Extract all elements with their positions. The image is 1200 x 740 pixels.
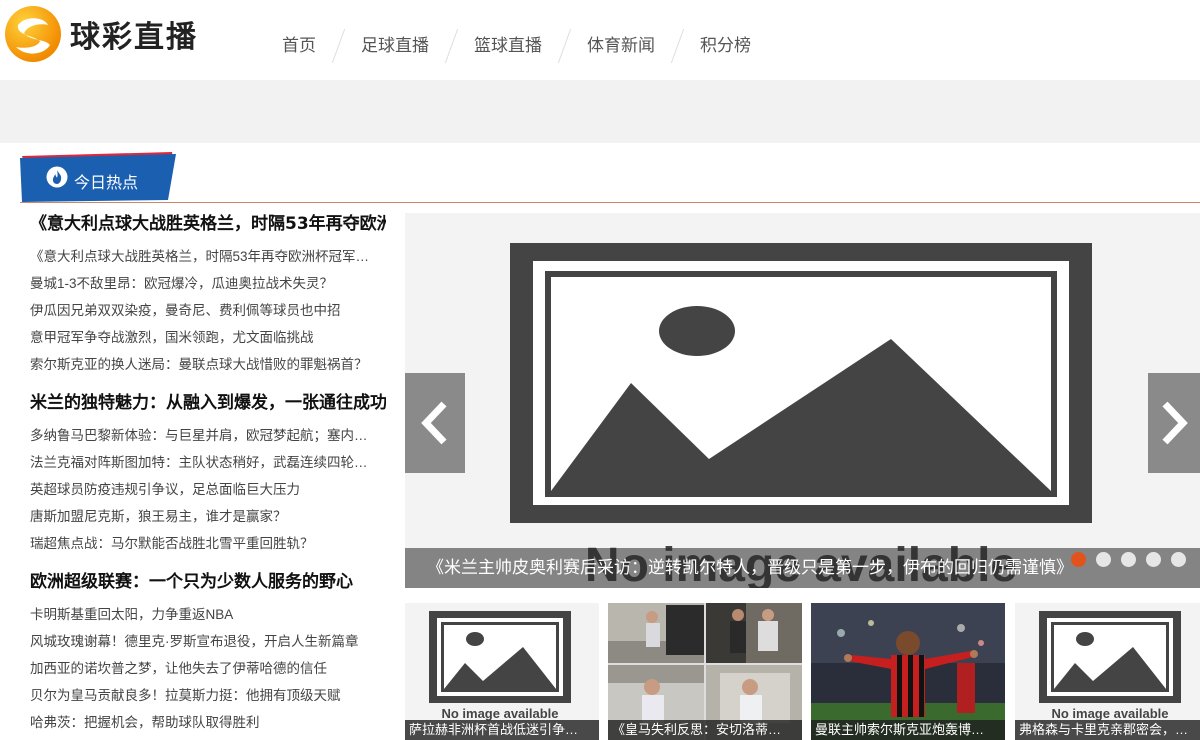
news-group: 《意大利点球大战胜英格兰，时隔53年再夺欧洲杯冠军》 《意大利点球大战胜英格兰，…: [30, 205, 386, 378]
slider-prev-button[interactable]: [405, 373, 465, 473]
news-item[interactable]: 英超球员防疫违规引争议，足总面临巨大压力: [30, 476, 382, 503]
chevron-left-icon: [421, 401, 447, 445]
no-image-placeholder: No image available: [405, 213, 1200, 588]
news-item[interactable]: 《意大利点球大战胜英格兰，时隔53年再夺欧洲杯冠军…: [30, 243, 382, 270]
news-item[interactable]: 曼城1-3不敌里昂：欧冠爆冷，瓜迪奥拉战术失灵？: [30, 270, 382, 297]
site-logo[interactable]: 球彩直播: [4, 5, 224, 63]
news-headline[interactable]: 《意大利点球大战胜英格兰，时隔53年再夺欧洲杯冠军》: [30, 205, 386, 243]
thumbnail-card[interactable]: 《皇马失利反思：安切洛蒂…: [608, 603, 802, 740]
nav-item-home[interactable]: 首页: [260, 26, 338, 66]
news-item[interactable]: 贝尔为皇马贡献良多！拉莫斯力挺：他拥有顶级天赋: [30, 682, 382, 709]
chevron-right-icon: [1162, 401, 1188, 445]
thumbnail-card[interactable]: No image available 萨拉赫非洲杯首战低迷引争…: [405, 603, 599, 740]
news-item[interactable]: 风城玫瑰谢幕！德里克·罗斯宣布退役，开启人生新篇章: [30, 628, 382, 655]
thumbnail-caption[interactable]: 《皇马失利反思：安切洛蒂…: [608, 720, 802, 740]
slider-next-button[interactable]: [1148, 373, 1200, 473]
slider-dot[interactable]: [1071, 552, 1086, 567]
nav-item-basketball-live[interactable]: 篮球直播: [452, 26, 564, 66]
section-divider: [20, 202, 1200, 203]
top-banner: [0, 80, 1200, 143]
logo-ball-icon: [5, 6, 61, 62]
nav-item-football-live[interactable]: 足球直播: [339, 26, 451, 66]
slider-dot[interactable]: [1121, 552, 1136, 567]
slider-dot[interactable]: [1146, 552, 1161, 567]
slider-dot[interactable]: [1171, 552, 1186, 567]
news-item[interactable]: 索尔斯克亚的换人迷局：曼联点球大战惜败的罪魁祸首？: [30, 351, 382, 378]
flame-icon: [46, 166, 68, 188]
news-headline[interactable]: 米兰的独特魅力：从融入到爆发，一张通往成功的门票: [30, 384, 386, 422]
news-item[interactable]: 意甲冠军争夺战激烈，国米领跑，尤文面临挑战: [30, 324, 382, 351]
news-item[interactable]: 唐斯加盟尼克斯，狼王易主，谁才是赢家？: [30, 503, 382, 530]
news-headline[interactable]: 欧洲超级联赛：一个只为少数人服务的野心: [30, 563, 386, 601]
news-item[interactable]: 伊瓜因兄弟双双染疫，曼奇尼、费利佩等球员也中招: [30, 297, 382, 324]
news-list: 《意大利点球大战胜英格兰，时隔53年再夺欧洲杯冠军》 《意大利点球大战胜英格兰，…: [30, 205, 386, 740]
thumbnail-caption[interactable]: 萨拉赫非洲杯首战低迷引争…: [405, 720, 599, 740]
news-item[interactable]: 加西亚的诺坎普之梦，让他失去了伊蒂哈德的信任: [30, 655, 382, 682]
thumbnail-caption[interactable]: 曼联主帅索尔斯克亚炮轰博…: [811, 720, 1005, 740]
no-image-text: No image available: [441, 706, 558, 721]
no-image-text: No image available: [1051, 706, 1168, 721]
news-group: 米兰的独特魅力：从融入到爆发，一张通往成功的门票 多纳鲁马巴黎新体验：与巨星并肩…: [30, 384, 386, 557]
slider-dot[interactable]: [1096, 552, 1111, 567]
site-header: 球彩直播 首页 足球直播 篮球直播 体育新闻 积分榜: [0, 0, 1200, 80]
news-item[interactable]: 瑞超焦点战：马尔默能否战胜北雪平重回胜轨？: [30, 530, 382, 557]
slider-dots: [1071, 552, 1186, 567]
thumbnail-card[interactable]: No image available 弗格森与卡里克亲郡密会，…: [1015, 603, 1200, 740]
featured-slider[interactable]: No image available 《米兰主帅皮奥利赛后采访：逆转凯尔特人，晋…: [405, 213, 1200, 588]
nav-item-standings[interactable]: 积分榜: [678, 26, 773, 66]
nav-item-sports-news[interactable]: 体育新闻: [565, 26, 677, 66]
news-item[interactable]: 卡明斯基重回太阳，力争重返NBA: [30, 601, 382, 628]
news-item[interactable]: 法兰克福对阵斯图加特：主队状态稍好，武磊连续四轮…: [30, 449, 382, 476]
news-item[interactable]: 多纳鲁马巴黎新体验：与巨星并肩，欧冠梦起航；塞内…: [30, 422, 382, 449]
slider-caption[interactable]: 《米兰主帅皮奥利赛后采访：逆转凯尔特人，晋级只是第一步，伊布的回归仍需谨慎》: [427, 548, 1073, 588]
thumbnail-row: No image available 萨拉赫非洲杯首战低迷引争… 《皇马失利反思…: [405, 603, 1200, 740]
thumbnail-card[interactable]: 曼联主帅索尔斯克亚炮轰博…: [811, 603, 1005, 740]
news-item[interactable]: 哈弗茨：把握机会，帮助球队取得胜利: [30, 709, 382, 736]
news-group: 欧洲超级联赛：一个只为少数人服务的野心 卡明斯基重回太阳，力争重返NBA 风城玫…: [30, 563, 386, 736]
main-nav: 首页 足球直播 篮球直播 体育新闻 积分榜: [260, 26, 773, 66]
logo-text: 球彩直播: [70, 20, 198, 55]
hot-section-title: 今日热点: [74, 175, 139, 192]
thumbnail-caption[interactable]: 弗格森与卡里克亲郡密会，…: [1015, 720, 1200, 740]
